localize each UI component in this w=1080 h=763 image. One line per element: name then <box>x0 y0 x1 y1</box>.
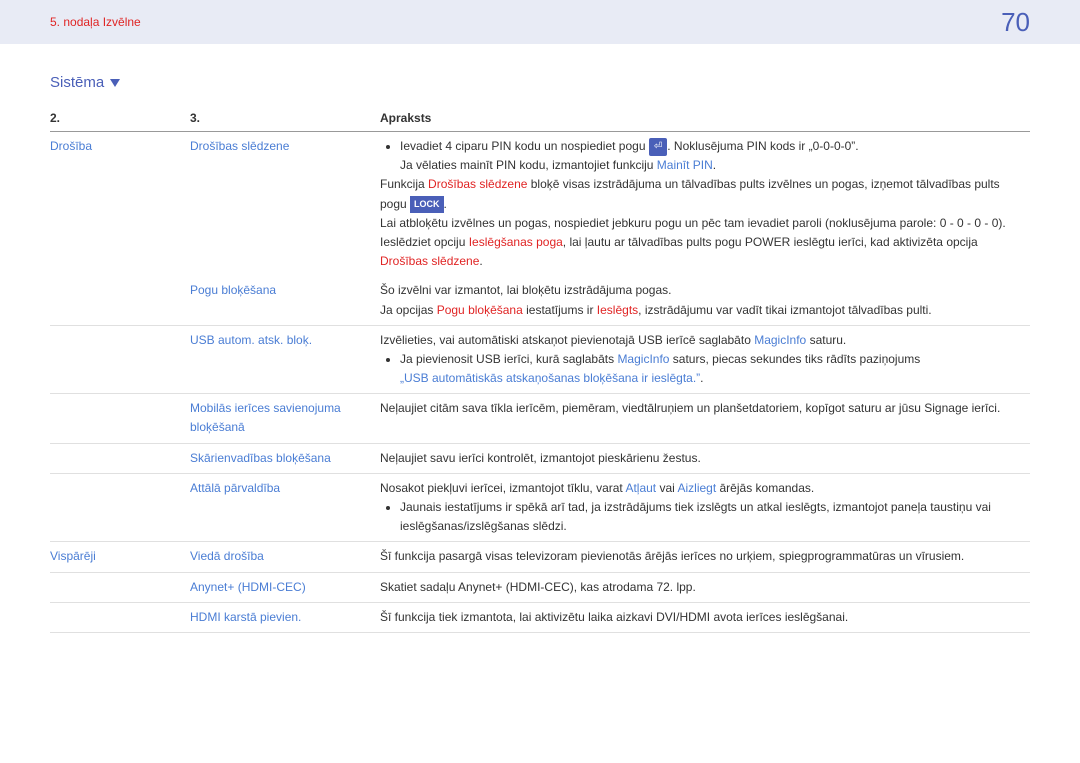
content-area: Sistēma 2. 3. Apraksts Drošība Drošības … <box>0 44 1080 663</box>
cell-desc: Neļaujiet citām sava tīkla ierīcēm, piem… <box>380 394 1030 443</box>
cell-setting: Skārienvadības bloķēšana <box>190 443 380 473</box>
lock-icon: LOCK <box>410 196 444 212</box>
mainit-pin-link: Mainīt PIN <box>657 158 713 172</box>
cell-setting: Viedā drošība <box>190 542 380 572</box>
page-number: 70 <box>1001 7 1030 38</box>
cell-setting: Drošības slēdzene <box>190 132 380 277</box>
cell-desc: Neļaujiet savu ierīci kontrolēt, izmanto… <box>380 443 1030 473</box>
cell-category: Vispārēji <box>50 542 190 572</box>
table-row: Skārienvadības bloķēšana Neļaujiet savu … <box>50 443 1030 473</box>
table-row: Anynet+ (HDMI-CEC) Skatiet sadaļu Anynet… <box>50 572 1030 602</box>
settings-table: 2. 3. Apraksts Drošība Drošības slēdzene… <box>50 105 1030 633</box>
cell-setting: Pogu bloķēšana <box>190 276 380 325</box>
table-row: USB autom. atsk. bloķ. Izvēlieties, vai … <box>50 325 1030 394</box>
cell-desc: Skatiet sadaļu Anynet+ (HDMI-CEC), kas a… <box>380 572 1030 602</box>
table-row: Pogu bloķēšana Šo izvēlni var izmantot, … <box>50 276 1030 325</box>
col-header-3: 3. <box>190 105 380 132</box>
cell-setting: HDMI karstā pievien. <box>190 602 380 632</box>
cell-setting: USB autom. atsk. bloķ. <box>190 325 380 394</box>
list-item: Jaunais iestatījums ir spēkā arī tad, ja… <box>400 498 1022 536</box>
section-title-text: Sistēma <box>50 74 104 91</box>
cell-setting: Attālā pārvaldība <box>190 473 380 542</box>
list-item: Ievadiet 4 ciparu PIN kodu un nospiediet… <box>400 137 1022 175</box>
table-row: Mobilās ierīces savienojuma bloķēšanā Ne… <box>50 394 1030 443</box>
cell-desc: Nosakot piekļuvi ierīcei, izmantojot tīk… <box>380 473 1030 542</box>
cell-desc: Šī funkcija tiek izmantota, lai aktivizē… <box>380 602 1030 632</box>
cell-desc: Izvēlieties, vai automātiski atskaņot pi… <box>380 325 1030 394</box>
chapter-link[interactable]: 5. nodaļa Izvēlne <box>50 15 141 29</box>
list-item: Ja pievienosit USB ierīci, kurā saglabāt… <box>400 350 1022 388</box>
cell-desc: Šo izvēlni var izmantot, lai bloķētu izs… <box>380 276 1030 325</box>
section-title[interactable]: Sistēma <box>50 74 1030 91</box>
cell-setting: Mobilās ierīces savienojuma bloķēšanā <box>190 394 380 443</box>
table-row: HDMI karstā pievien. Šī funkcija tiek iz… <box>50 602 1030 632</box>
table-row: Attālā pārvaldība Nosakot piekļuvi ierīc… <box>50 473 1030 542</box>
table-row: Vispārēji Viedā drošība Šī funkcija pasa… <box>50 542 1030 572</box>
col-header-2: 2. <box>50 105 190 132</box>
col-header-desc: Apraksts <box>380 105 1030 132</box>
chevron-down-icon <box>110 79 120 87</box>
enter-icon: ⏎ <box>649 138 667 156</box>
page-header: 5. nodaļa Izvēlne 70 <box>0 0 1080 44</box>
cell-desc: Šī funkcija pasargā visas televizoram pi… <box>380 542 1030 572</box>
cell-setting: Anynet+ (HDMI-CEC) <box>190 572 380 602</box>
cell-desc: Ievadiet 4 ciparu PIN kodu un nospiediet… <box>380 132 1030 277</box>
table-row: Drošība Drošības slēdzene Ievadiet 4 cip… <box>50 132 1030 277</box>
cell-category: Drošība <box>50 132 190 277</box>
